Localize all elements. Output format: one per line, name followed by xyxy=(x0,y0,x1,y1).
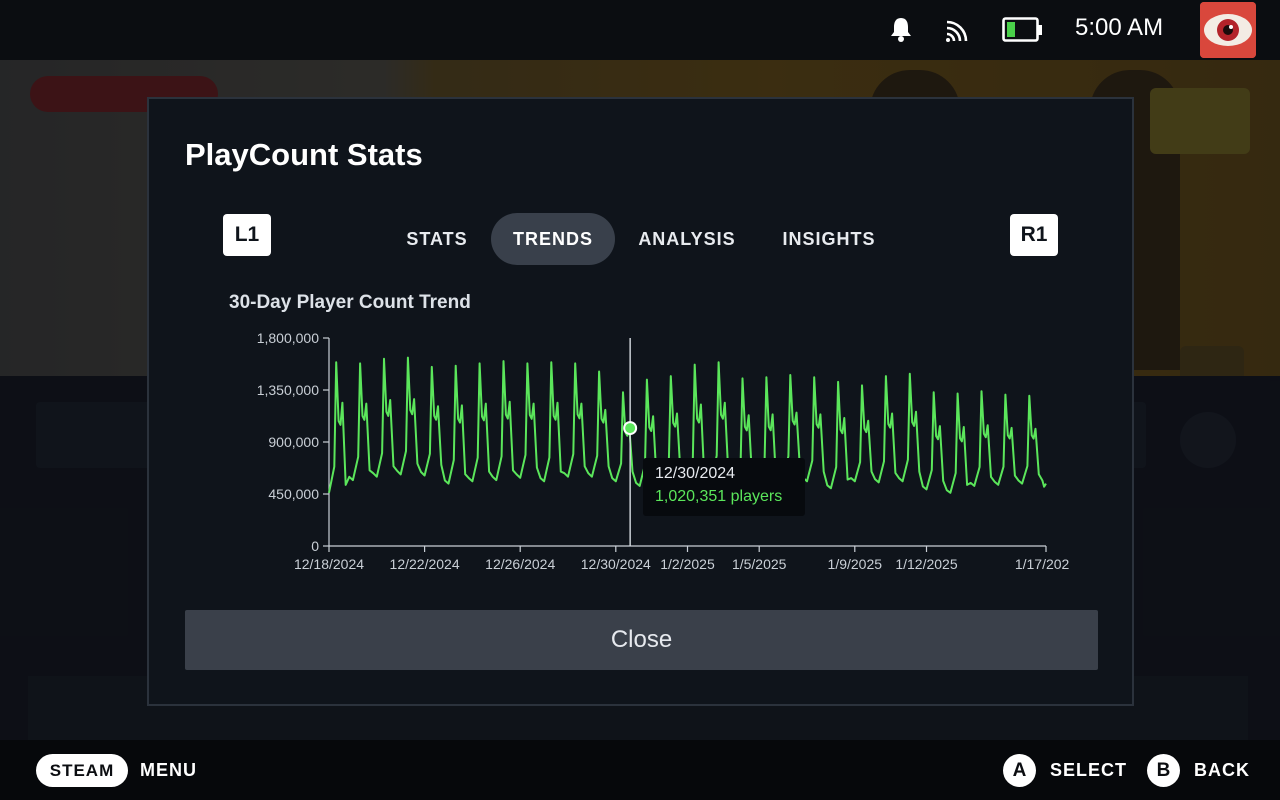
y-tick-label: 450,000 xyxy=(268,486,319,502)
tab-trends[interactable]: TRENDS xyxy=(491,213,615,265)
menu-hint-label: MENU xyxy=(140,760,197,780)
x-tick-label: 1/9/2025 xyxy=(828,556,883,572)
select-hint-label: SELECT xyxy=(1050,760,1128,780)
tab-stats[interactable]: STATS xyxy=(393,213,481,265)
x-tick-label: 1/5/2025 xyxy=(732,556,787,572)
tooltip-date: 12/30/2024 xyxy=(655,465,736,482)
tab-insights[interactable]: INSIGHTS xyxy=(773,213,885,265)
playcount-stats-dialog: PlayCount Stats L1 R1 STATS TRENDS ANALY… xyxy=(147,97,1134,706)
back-hint-label: BACK xyxy=(1194,760,1250,780)
wifi-icon[interactable] xyxy=(944,16,972,48)
x-tick-label: 1/17/2025 xyxy=(1015,556,1069,572)
status-bar: 5:00 AM xyxy=(0,0,1280,60)
battery-icon[interactable] xyxy=(1002,17,1044,47)
bell-icon[interactable] xyxy=(888,16,914,48)
x-tick-label: 12/18/2024 xyxy=(294,556,364,572)
steam-button[interactable]: STEAM xyxy=(36,754,128,787)
x-tick-label: 12/26/2024 xyxy=(485,556,555,572)
b-button-icon[interactable]: B xyxy=(1147,754,1180,787)
dialog-title: PlayCount Stats xyxy=(185,137,423,172)
tab-analysis[interactable]: ANALYSIS xyxy=(631,213,743,265)
clock: 5:00 AM xyxy=(1075,14,1164,41)
chart-tooltip: 12/30/2024 1,020,351 players xyxy=(643,458,805,516)
avatar[interactable] xyxy=(1200,2,1256,58)
tooltip-value: 1,020,351 players xyxy=(655,488,783,505)
close-button[interactable]: Close xyxy=(185,610,1098,670)
chart-title: 30-Day Player Count Trend xyxy=(229,292,471,313)
x-axis: 12/18/2024 12/22/2024 12/26/2024 12/30/2024… xyxy=(294,545,1069,572)
player-count-line-chart[interactable]: 1,800,000 1,350,000 900,000 450,000 0 12/18/… xyxy=(209,324,1069,584)
y-axis: 1,800,000 1,350,000 900,000 450,000 0 xyxy=(257,330,330,554)
y-tick-label: 1,800,000 xyxy=(257,330,319,346)
hover-data-point[interactable] xyxy=(623,421,638,436)
y-tick-label: 900,000 xyxy=(268,434,319,450)
y-tick-label: 0 xyxy=(311,538,319,554)
hover-layer xyxy=(623,338,638,546)
x-tick-label: 12/22/2024 xyxy=(390,556,460,572)
x-tick-label: 1/2/2025 xyxy=(660,556,715,572)
x-tick-label: 12/30/2024 xyxy=(581,556,651,572)
tab-bar: STATS TRENDS ANALYSIS INSIGHTS xyxy=(149,213,1132,265)
y-tick-label: 1,350,000 xyxy=(257,382,319,398)
x-tick-label: 1/12/2025 xyxy=(895,556,957,572)
a-button-icon[interactable]: A xyxy=(1003,754,1036,787)
controller-hint-bar: STEAM MENU A SELECT B BACK xyxy=(0,740,1280,800)
